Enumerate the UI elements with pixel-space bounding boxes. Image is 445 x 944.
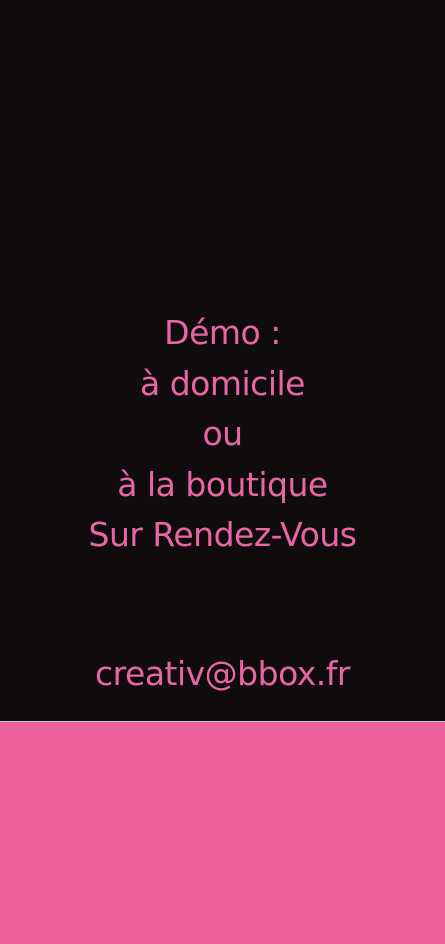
dark-panel: Démo : à domicile ou à la boutique Sur R…	[0, 0, 445, 721]
demo-heading: Démo :	[164, 313, 281, 352]
appointment-info: Démo : à domicile ou à la boutique Sur R…	[0, 308, 445, 561]
or-separator: ou	[202, 414, 243, 453]
pink-footer-panel	[0, 722, 445, 944]
home-option: à domicile	[140, 363, 305, 403]
shop-option: à la boutique	[117, 464, 328, 504]
contact-email-link[interactable]: creativ@bbox.fr	[0, 648, 445, 700]
appointment-note: Sur Rendez-Vous	[88, 515, 357, 554]
